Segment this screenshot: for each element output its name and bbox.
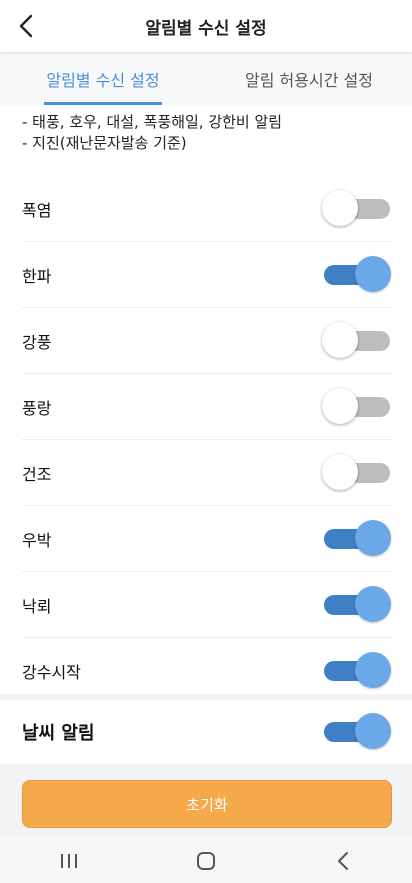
toggle-knob [355, 255, 391, 292]
weather-alert-label: 날씨 알림 [22, 723, 95, 744]
back-nav-button[interactable] [313, 838, 373, 883]
home-button[interactable] [176, 838, 236, 883]
alert-label: 풍랑 [22, 398, 52, 418]
toggle-knob [355, 651, 391, 688]
back-button[interactable] [12, 12, 40, 40]
toggle-knob [355, 713, 391, 749]
toggle-knob [322, 453, 358, 490]
alert-row-high-seas: 풍랑 [22, 374, 392, 440]
back-icon [338, 851, 349, 870]
tab-bar: 알림별 수신 설정 알림 허용시간 설정 [0, 52, 412, 105]
alert-label: 건조 [22, 464, 52, 484]
note-line: - 태풍, 호우, 대설, 폭풍해일, 강한비 알림 [22, 113, 283, 131]
chevron-left-icon [19, 14, 33, 38]
alert-label: 낙뢰 [22, 596, 52, 616]
page-title: 알림별 수신 설정 [145, 18, 267, 39]
alert-label: 강풍 [22, 332, 52, 352]
system-nav-bar [0, 838, 412, 883]
recent-apps-button[interactable] [39, 838, 99, 883]
alert-label: 폭염 [22, 200, 52, 220]
alert-label: 한파 [22, 266, 52, 286]
alert-label: 우박 [22, 530, 52, 550]
toggle-knob [322, 189, 358, 226]
high-seas-toggle[interactable] [322, 387, 392, 427]
tab-allowed-time-settings[interactable]: 알림 허용시간 설정 [206, 52, 412, 105]
app-header: 알림별 수신 설정 [0, 0, 412, 52]
alert-row-lightning: 낙뢰 [22, 572, 392, 638]
hail-toggle[interactable] [322, 519, 392, 559]
note-line: - 지진(재난문자발송 기준) [22, 134, 187, 152]
heatwave-toggle[interactable] [322, 189, 392, 229]
precipitation-start-toggle[interactable] [322, 651, 392, 691]
recent-apps-icon [60, 853, 77, 868]
toggle-knob [322, 387, 358, 424]
toggle-knob [322, 321, 358, 358]
toggle-knob [355, 585, 391, 622]
tab-alert-settings[interactable]: 알림별 수신 설정 [0, 52, 206, 105]
alert-row-heatwave: 폭염 [22, 176, 392, 242]
weather-alert-row: 날씨 알림 [22, 700, 392, 764]
dry-toggle[interactable] [322, 453, 392, 493]
home-icon [196, 851, 215, 870]
alert-label: 강수시작 [22, 662, 81, 682]
notes: - 태풍, 호우, 대설, 폭풍해일, 강한비 알림 - 지진(재난문자발송 기… [22, 112, 282, 154]
alert-row-hail: 우박 [22, 506, 392, 572]
coldwave-toggle[interactable] [322, 255, 392, 295]
alert-row-coldwave: 한파 [22, 242, 392, 308]
alert-row-dry: 건조 [22, 440, 392, 506]
weather-alert-toggle[interactable] [322, 712, 392, 752]
alert-row-strong-wind: 강풍 [22, 308, 392, 374]
alert-list: 폭염 한파 강풍 풍랑 건조 우박 낙뢰 강수시작 [22, 176, 392, 703]
toggle-knob [355, 519, 391, 556]
lightning-toggle[interactable] [322, 585, 392, 625]
reset-button[interactable]: 초기화 [22, 780, 392, 828]
strong-wind-toggle[interactable] [322, 321, 392, 361]
